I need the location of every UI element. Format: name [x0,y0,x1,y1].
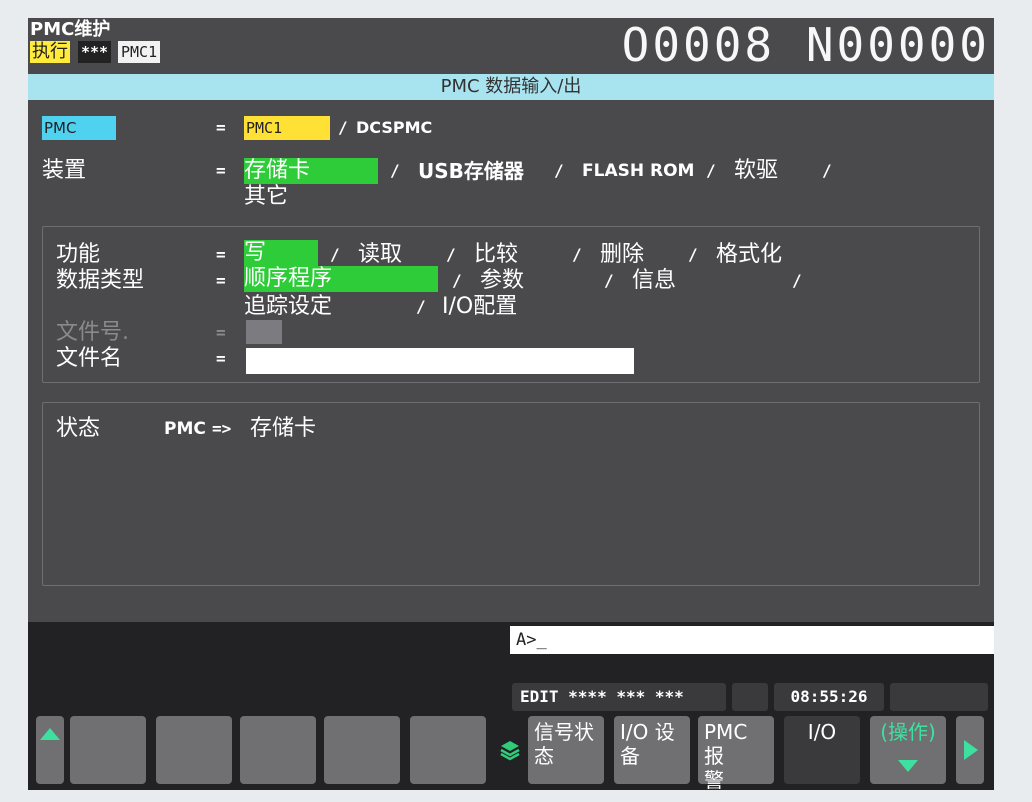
mode-label: PMC维护 [30,19,111,40]
pmc-eq: = [216,118,226,137]
datatype-option-trace[interactable]: 追踪设定 [244,294,332,320]
softkey-io-device[interactable]: I/O 设 备 [614,716,690,784]
softkey-operation[interactable]: (操作) [870,716,946,784]
fileno-eq: = [216,323,226,342]
softkey-blank-2[interactable] [156,716,232,784]
datatype-label: 数据类型 [56,268,145,293]
datatype-sep-4: / [416,297,426,316]
device-option-other[interactable]: 其它 [244,184,288,210]
function-selected[interactable]: 写 [244,240,318,266]
status-blank-1 [732,683,768,711]
function-eq: = [216,245,226,264]
softkey-right[interactable] [956,716,984,784]
device-option-usb[interactable]: USB存储器 [418,158,524,184]
softkey-signal-status-line2: 态 [534,744,554,768]
device-option-floppy[interactable]: 软驱 [734,158,778,184]
softkey-io-line1: I/O [807,720,837,744]
softkey-pmc-alarm-line1: PMC 报 [704,720,748,768]
function-sep-2: / [446,245,456,264]
device-sep-2: / [554,161,564,180]
device-sep-4: / [822,161,832,180]
pmc-label: PMC [42,116,116,140]
datatype-sep-2: / [604,271,614,290]
fileno-field [246,320,282,344]
softkey-signal-status[interactable]: 信号状 态 [528,716,604,784]
command-line[interactable]: A>_ [510,626,994,654]
status-target: 存储卡 [250,416,317,441]
function-option-read[interactable]: 读取 [358,242,402,268]
device-eq: = [216,161,226,180]
cnc-screen: PMC维护 执行 *** PMC1 O0008 N00000 PMC 数据输入/… [28,18,994,790]
layers-icon [498,738,522,762]
function-sep-4: / [688,245,698,264]
softkey-operation-line1: (操作) [880,720,936,744]
status-source: PMC [164,419,206,439]
softkey-io[interactable]: I/O [784,716,860,784]
softkey-pmc-alarm-line2: 警 [704,768,724,790]
path-label: PMC1 [118,41,161,63]
softkey-blank-5[interactable] [410,716,486,784]
function-option-compare[interactable]: 比较 [474,242,518,268]
pmc-value[interactable]: PMC1 [244,116,330,140]
datatype-option-io[interactable]: I/O配置 [442,294,517,320]
function-sep-1: / [330,245,340,264]
program-number: O0008 N00000 [621,18,990,72]
device-selected[interactable]: 存储卡 [244,158,378,184]
datatype-eq: = [216,271,226,290]
datatype-selected[interactable]: 顺序程序 [244,266,438,292]
datatype-sep-1: / [452,271,462,290]
arrow-down-icon [898,760,918,772]
clock: 08:55:26 [774,683,884,711]
exec-status: 执行 [30,41,70,63]
device-option-flash[interactable]: FLASH ROM [582,158,694,184]
function-sep-3: / [572,245,582,264]
datatype-sep-3: / [792,271,802,290]
softkey-io-device-line1: I/O 设 [620,720,675,744]
device-sep-3: / [706,161,716,180]
softkey-blank-1[interactable] [70,716,146,784]
arrow-right-icon [964,740,978,760]
status-blank-2 [890,683,988,711]
pmc-alt[interactable]: DCSPMC [356,115,432,141]
datatype-option-param[interactable]: 参数 [480,268,524,294]
fileno-label: 文件号. [56,320,129,345]
exec-stars: *** [78,41,112,63]
device-sep-1: / [390,161,400,180]
softkey-io-device-line2: 备 [620,744,640,768]
edit-status: EDIT **** *** *** [512,683,726,711]
filename-input[interactable] [246,348,634,374]
softkey-signal-status-line1: 信号状 [534,720,594,744]
pmc-sep: / [338,118,348,137]
filename-eq: = [216,349,226,368]
datatype-option-message[interactable]: 信息 [632,268,676,294]
status-arrow: => [212,419,232,438]
softkey-blank-4[interactable] [324,716,400,784]
softkey-pmc-alarm[interactable]: PMC 报 警 [698,716,774,790]
device-label: 装置 [42,158,87,183]
function-label: 功能 [56,242,101,267]
function-option-delete[interactable]: 删除 [600,242,644,268]
softkey-left[interactable] [36,716,64,784]
softkey-blank-3[interactable] [240,716,316,784]
status-label: 状态 [56,416,101,441]
function-option-format[interactable]: 格式化 [716,242,782,268]
filename-label: 文件名 [56,346,123,371]
arrow-up-icon [40,728,60,740]
screen-title: PMC 数据输入/出 [28,74,994,100]
